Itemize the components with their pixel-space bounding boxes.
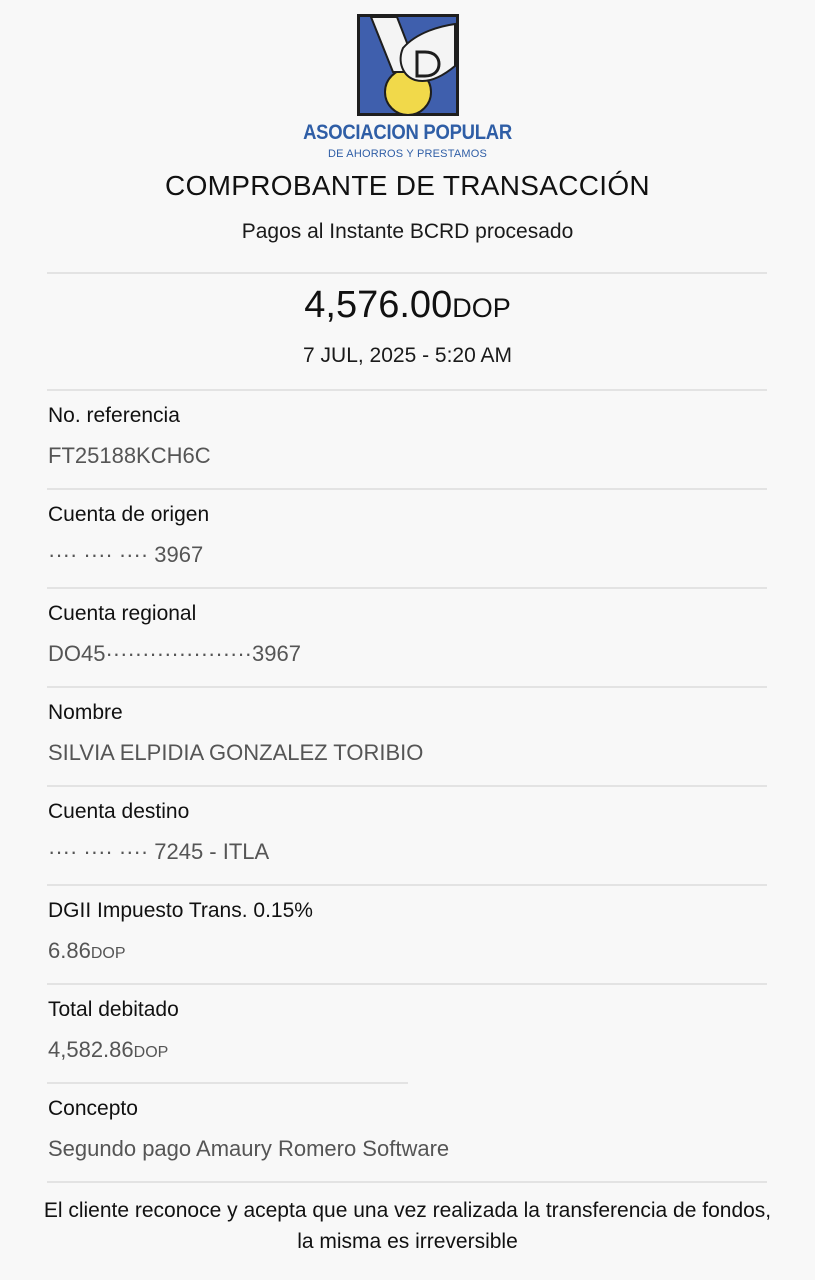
regional-account-label: Cuenta regional bbox=[48, 602, 197, 625]
amount-value: 4,576.00 bbox=[304, 284, 453, 326]
origin-account-label: Cuenta de origen bbox=[48, 503, 210, 526]
page-title: COMPROBANTE DE TRANSACCIÓN bbox=[165, 170, 650, 201]
destination-account-value: ···· ···· ···· 7245 - ITLA bbox=[48, 839, 270, 864]
divider bbox=[47, 686, 767, 688]
divider bbox=[47, 389, 767, 391]
tax-value: 6.86DOP bbox=[48, 938, 126, 964]
divider bbox=[47, 884, 767, 886]
tax-amount: 6.86 bbox=[48, 938, 91, 963]
divider bbox=[47, 983, 767, 985]
divider bbox=[47, 272, 767, 274]
transaction-datetime: 7 JUL, 2025 - 5:20 AM bbox=[303, 344, 512, 367]
total-debited-amount: 4,582.86 bbox=[48, 1037, 134, 1062]
amount-currency: DOP bbox=[452, 293, 511, 323]
apap-hand-coin-logo-icon bbox=[357, 14, 459, 116]
reference-label: No. referencia bbox=[48, 404, 180, 427]
concept-value: Segundo pago Amaury Romero Software bbox=[48, 1136, 450, 1161]
page-subtitle: Pagos al Instante BCRD procesado bbox=[241, 220, 574, 243]
brand-logo: ASOCIACION POPULAR DE AHORROS Y PRESTAMO… bbox=[0, 12, 815, 164]
brand-name: ASOCIACION POPULAR bbox=[303, 121, 512, 144]
divider bbox=[47, 785, 767, 787]
origin-account-value: ···· ···· ···· 3967 bbox=[48, 542, 204, 567]
divider bbox=[47, 1082, 408, 1084]
regional-account-value: DO45····················3967 bbox=[48, 641, 301, 666]
tax-label: DGII Impuesto Trans. 0.15% bbox=[48, 899, 313, 922]
total-debited-value: 4,582.86DOP bbox=[48, 1037, 168, 1063]
divider bbox=[47, 1181, 767, 1183]
total-debited-label: Total debitado bbox=[48, 998, 179, 1021]
brand-tagline: DE AHORROS Y PRESTAMOS bbox=[327, 148, 488, 160]
tax-currency: DOP bbox=[90, 945, 126, 962]
transaction-amount: 4,576.00DOP bbox=[0, 284, 815, 327]
destination-account-label: Cuenta destino bbox=[48, 800, 190, 823]
divider bbox=[47, 488, 767, 490]
divider bbox=[47, 587, 767, 589]
irreversibility-notice: El cliente reconoce y acepta que una vez… bbox=[43, 1199, 772, 1253]
name-value: SILVIA ELPIDIA GONZALEZ TORIBIO bbox=[48, 740, 424, 765]
reference-value: FT25188KCH6C bbox=[48, 443, 211, 468]
total-debited-currency: DOP bbox=[133, 1044, 169, 1061]
name-label: Nombre bbox=[48, 701, 123, 724]
concept-label: Concepto bbox=[48, 1097, 138, 1120]
